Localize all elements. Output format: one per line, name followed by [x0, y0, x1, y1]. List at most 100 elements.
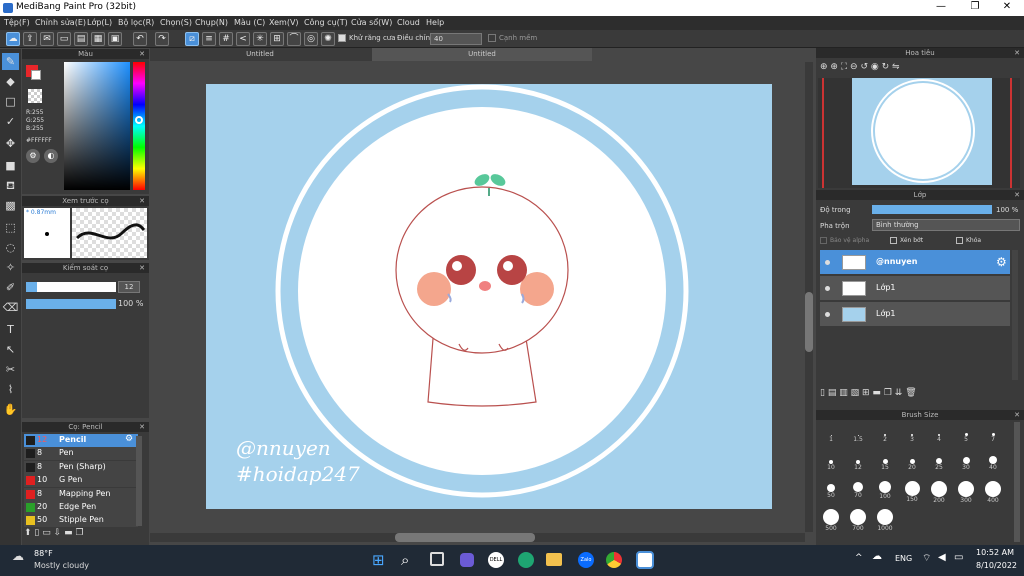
visibility-icon[interactable]	[825, 312, 830, 317]
flip-icon[interactable]: ⇋	[892, 62, 900, 72]
navigator-preview[interactable]	[818, 78, 1020, 188]
vertical-scrollbar[interactable]	[805, 62, 813, 532]
redo-icon[interactable]: ↷	[155, 32, 169, 46]
smooth-checkbox[interactable]	[488, 34, 496, 42]
search-icon[interactable]: ⌕	[401, 551, 409, 569]
weather-icon[interactable]: ☁	[12, 549, 24, 563]
snap-off-icon[interactable]: ⧄	[185, 32, 199, 46]
select-eraser-icon[interactable]: ⌫	[2, 299, 19, 316]
layer-opacity-slider[interactable]	[872, 205, 992, 214]
layer-row[interactable]: Lớp1	[820, 302, 1010, 327]
rotate-left-icon[interactable]: ↺	[860, 62, 868, 72]
onedrive-icon[interactable]: ☁	[872, 551, 882, 562]
brush-size-cell[interactable]: 700	[845, 508, 871, 534]
brush-import-icon[interactable]: ⇩	[54, 528, 62, 538]
brush-folder-icon[interactable]: ▬	[64, 528, 73, 538]
brush-size-cell[interactable]: 1000	[872, 508, 898, 534]
brush-size-cell[interactable]: 70	[845, 480, 871, 506]
add-layer-icon[interactable]: ⊞	[862, 388, 870, 398]
tab-untitled-2[interactable]: Untitled	[372, 48, 592, 61]
artwork-canvas[interactable]: @nnuyen #hoidap247	[206, 84, 772, 509]
protect-alpha-checkbox[interactable]	[820, 237, 827, 244]
brush-size-cell[interactable]: 12	[845, 452, 871, 478]
panel-close-icon[interactable]: ✕	[1014, 48, 1020, 58]
magic-wand-icon[interactable]: ✧	[2, 259, 19, 276]
menu-window[interactable]: Cửa sổ(W)	[351, 18, 392, 27]
menu-layer[interactable]: Lớp(L)	[87, 18, 112, 27]
panel-close-icon[interactable]: ✕	[139, 263, 145, 273]
brush-size-cell[interactable]: 30	[953, 452, 979, 478]
snap-radial-icon[interactable]: ✳	[253, 32, 267, 46]
fill-shape-icon[interactable]: ■	[2, 157, 19, 174]
minimize-button[interactable]: —	[926, 1, 956, 12]
chat-icon[interactable]: ✉	[40, 32, 54, 46]
clock-time[interactable]: 10:52 AM	[976, 548, 1014, 557]
brush-copy-icon[interactable]: ▭	[42, 528, 51, 538]
task-view-icon[interactable]	[430, 552, 444, 566]
brush-size-cell[interactable]: 50	[818, 480, 844, 506]
snap-cross-icon[interactable]: ⊞	[270, 32, 284, 46]
hue-slider[interactable]	[133, 62, 145, 190]
transparent-swatch[interactable]	[28, 89, 42, 103]
new-halftone-layer-icon[interactable]: ▤	[828, 388, 837, 398]
clock-date[interactable]: 8/10/2022	[976, 561, 1017, 570]
secondary-color-swatch[interactable]	[31, 70, 41, 80]
brush-item[interactable]: 8 Pen (Sharp)	[24, 460, 138, 474]
brush-size-cell[interactable]: 100	[872, 480, 898, 506]
panel-close-icon[interactable]: ✕	[1014, 190, 1020, 200]
page-icon[interactable]: ▤	[74, 32, 88, 46]
snap-parallel-icon[interactable]: ≡	[202, 32, 216, 46]
snap-settings-icon[interactable]: ✺	[321, 32, 335, 46]
hand-tool-icon[interactable]: ✋	[2, 401, 19, 418]
brush-item[interactable]: 12 Pencil ⚙	[24, 434, 138, 447]
merge-layer-icon[interactable]: ⇊	[895, 388, 903, 398]
brush-size-cell[interactable]: 25	[926, 452, 952, 478]
saturation-picker[interactable]	[64, 62, 130, 190]
lock-checkbox[interactable]	[956, 237, 963, 244]
dot-tool-icon[interactable]: □	[2, 93, 19, 110]
brush-duplicate-icon[interactable]: ❐	[75, 528, 83, 538]
brush-size-cell[interactable]: 500	[818, 508, 844, 534]
brush-size-cell[interactable]: 5	[953, 424, 979, 450]
menu-help[interactable]: Help	[426, 18, 444, 27]
visibility-icon[interactable]	[825, 260, 830, 265]
windows-start-icon[interactable]: ⊞	[372, 551, 385, 569]
menu-edit[interactable]: Chỉnh sửa(E)	[35, 18, 86, 27]
panel-close-icon[interactable]: ✕	[139, 49, 145, 59]
visibility-icon[interactable]	[825, 286, 830, 291]
zalo-icon[interactable]: Zalo	[578, 552, 594, 568]
size-slider[interactable]	[26, 282, 116, 292]
new-1bit-layer-icon[interactable]: ▧	[851, 388, 860, 398]
brush-size-scrollbar[interactable]	[1014, 422, 1020, 542]
brush-item[interactable]: 8 Mapping Pen	[24, 487, 138, 501]
close-button[interactable]: ✕	[992, 1, 1022, 12]
lasso-tool-icon[interactable]: ◌	[2, 239, 19, 256]
operation-tool-icon[interactable]: ↖	[2, 341, 19, 358]
chevron-up-icon[interactable]: ^	[855, 553, 863, 563]
medibang-taskbar-icon[interactable]	[636, 551, 654, 569]
undo-icon[interactable]: ↶	[133, 32, 147, 46]
size-value[interactable]: 12	[118, 281, 140, 293]
blend-select[interactable]: Bình thường	[872, 219, 1020, 231]
reset-icon[interactable]: ◉	[871, 62, 879, 72]
brush-size-cell[interactable]: 1.5	[845, 424, 871, 450]
rotate-right-icon[interactable]: ↻	[882, 62, 890, 72]
edge-icon[interactable]	[518, 552, 534, 568]
brush-item[interactable]: 20 Edge Pen	[24, 501, 138, 514]
brush-size-cell[interactable]: 300	[953, 480, 979, 506]
cloud-icon[interactable]: ☁	[6, 32, 20, 46]
teams-icon[interactable]	[460, 553, 474, 567]
new-layer-icon[interactable]: ▯	[820, 388, 825, 398]
menu-filter[interactable]: Bộ lọc(R)	[118, 18, 154, 27]
brush-item[interactable]: 10 G Pen	[24, 474, 138, 488]
brush-item[interactable]: 50 Stipple Pen	[24, 514, 138, 528]
select-tool-icon[interactable]: ✓	[2, 113, 19, 130]
gradient-tool-icon[interactable]: ▩	[2, 197, 19, 214]
menu-select[interactable]: Chọn(S)	[160, 18, 192, 27]
hue-handle[interactable]	[135, 116, 143, 124]
brush-tool-icon[interactable]: ✎	[2, 53, 19, 70]
layer-scrollbar[interactable]	[1012, 250, 1018, 380]
duplicate-layer-icon[interactable]: ❐	[884, 388, 892, 398]
bucket-tool-icon[interactable]: ⛾	[2, 177, 19, 194]
snap-curve-icon[interactable]: ⌒	[287, 32, 301, 46]
